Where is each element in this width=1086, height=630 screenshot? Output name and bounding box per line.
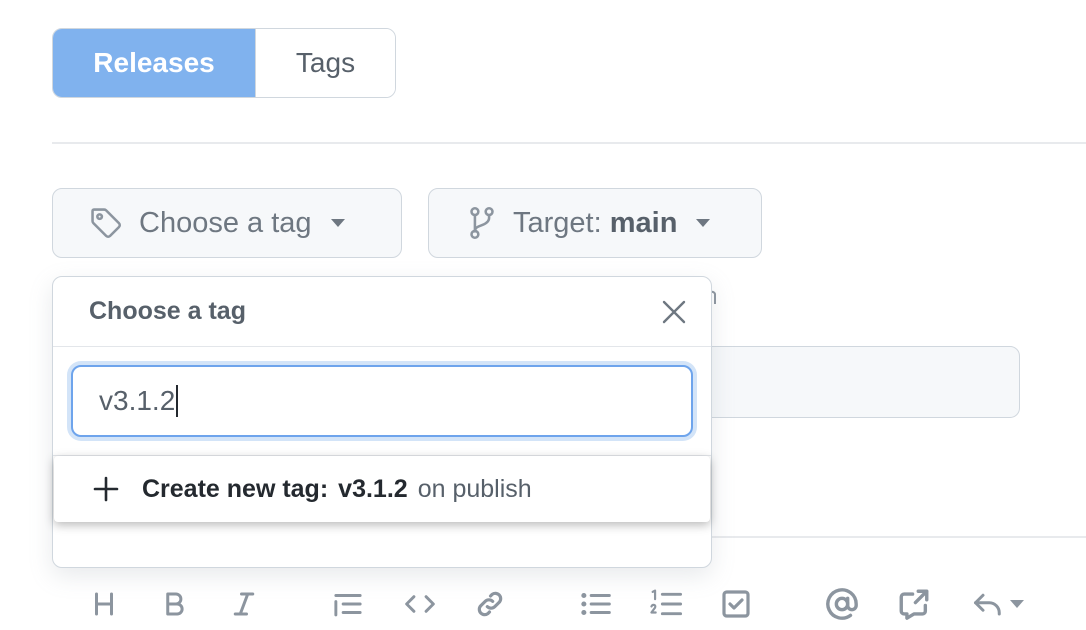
cross-reference-icon[interactable] [894, 584, 934, 624]
editor-divider [700, 536, 1086, 538]
branch-icon [470, 206, 494, 240]
code-icon[interactable] [400, 584, 440, 624]
dropdown-title: Choose a tag [53, 277, 711, 347]
section-divider [52, 142, 1086, 144]
target-label: Target: main [513, 207, 677, 240]
reply-icon[interactable] [966, 584, 1030, 624]
tag-icon [91, 208, 122, 239]
task-list-icon[interactable] [716, 584, 756, 624]
choose-tag-label: Choose a tag [139, 206, 312, 239]
link-icon[interactable] [470, 584, 510, 624]
tag-filter-value: v3.1.2 [99, 385, 176, 416]
mention-icon[interactable] [822, 584, 862, 624]
tab-tags[interactable]: Tags [255, 29, 395, 97]
target-prefix: Target: [513, 206, 602, 239]
bold-icon[interactable] [154, 584, 194, 624]
tab-releases[interactable]: Releases [53, 29, 255, 97]
releases-tags-tabs: Releases Tags [52, 28, 396, 98]
ordered-list-icon[interactable] [646, 584, 686, 624]
choose-tag-button[interactable]: Choose a tag [52, 188, 402, 258]
plus-icon [93, 476, 119, 502]
close-icon[interactable] [661, 299, 687, 325]
chevron-down-icon [330, 219, 345, 227]
create-tag-name: v3.1.2 [338, 474, 408, 503]
markdown-toolbar [0, 584, 1086, 630]
target-branch-button[interactable]: Target: main [428, 188, 762, 258]
text-cursor [176, 385, 179, 417]
create-tag-prefix: Create new tag: [142, 474, 329, 503]
heading-icon[interactable] [84, 584, 124, 624]
unordered-list-icon[interactable] [576, 584, 616, 624]
release-title-input[interactable] [700, 346, 1020, 418]
italic-icon[interactable] [224, 584, 264, 624]
create-new-tag-item[interactable]: Create new tag: v3.1.2 on publish [54, 456, 710, 522]
choose-tag-dropdown: Choose a tag v3.1.2 [52, 276, 712, 568]
tag-filter-input[interactable]: v3.1.2 [71, 365, 693, 437]
target-value: main [609, 206, 678, 239]
create-tag-suffix: on publish [417, 474, 532, 503]
quote-icon[interactable] [328, 584, 368, 624]
chevron-down-icon [696, 219, 711, 227]
